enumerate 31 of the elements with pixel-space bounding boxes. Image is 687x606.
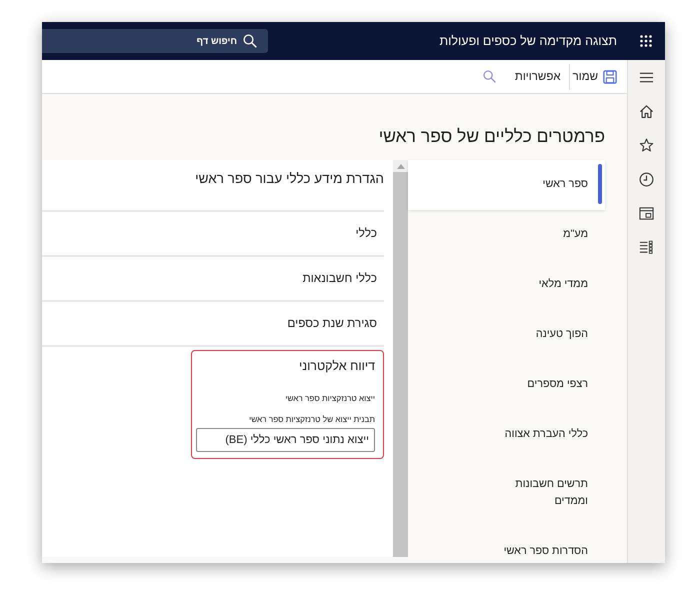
tab[interactable]: הפוך טעינה: [408, 310, 605, 360]
section-header[interactable]: כללי חשבונאות: [42, 268, 377, 288]
panel-heading: הגדרת מידע כללי עבור ספר ראשי: [194, 170, 384, 188]
field-label: ייצוא טרנזקציות ספר ראשי: [284, 393, 375, 405]
tab[interactable]: ספר ראשי: [408, 160, 605, 210]
search-icon[interactable]: [482, 70, 496, 83]
clock-icon[interactable]: [639, 172, 654, 186]
menu-icon[interactable]: [639, 70, 654, 84]
text-field[interactable]: ייצוא נתוני ספר ראשי כללי (BE): [196, 428, 375, 452]
tab[interactable]: כללי העברת אצווה: [408, 410, 605, 460]
list-icon[interactable]: [639, 240, 654, 254]
tab[interactable]: רצפי מספרים: [408, 360, 605, 410]
workspace-icon[interactable]: [639, 206, 654, 220]
section-header[interactable]: סגירת שנת כספים: [42, 313, 377, 333]
app-title: תצוגה מקדימה של כספים ופעולות: [440, 34, 617, 48]
selection-bar: [598, 164, 602, 204]
section-header[interactable]: דיווח אלקטרוני: [196, 356, 375, 376]
tab[interactable]: הסדרות ספר ראשי: [408, 527, 605, 563]
tab[interactable]: תרשים חשבונות וממדים: [408, 460, 605, 527]
page-title: פרמטרים כלליים של ספר ראשי: [378, 125, 605, 148]
save-button[interactable]: שמור: [572, 70, 617, 84]
search-icon: [243, 34, 257, 48]
tab[interactable]: מע"מ: [408, 210, 605, 260]
tab[interactable]: ממדי מלאי: [408, 260, 605, 310]
section-header[interactable]: כללי: [42, 223, 377, 243]
star-icon[interactable]: [639, 138, 654, 152]
field-label: תבנית ייצוא של טרנזקציות ספר ראשי: [248, 414, 375, 426]
app-launcher-icon[interactable]: [640, 35, 652, 47]
home-icon[interactable]: [639, 104, 654, 118]
options-button[interactable]: אפשרויות: [514, 70, 561, 82]
search-field[interactable]: חיפוש דף: [42, 29, 268, 53]
